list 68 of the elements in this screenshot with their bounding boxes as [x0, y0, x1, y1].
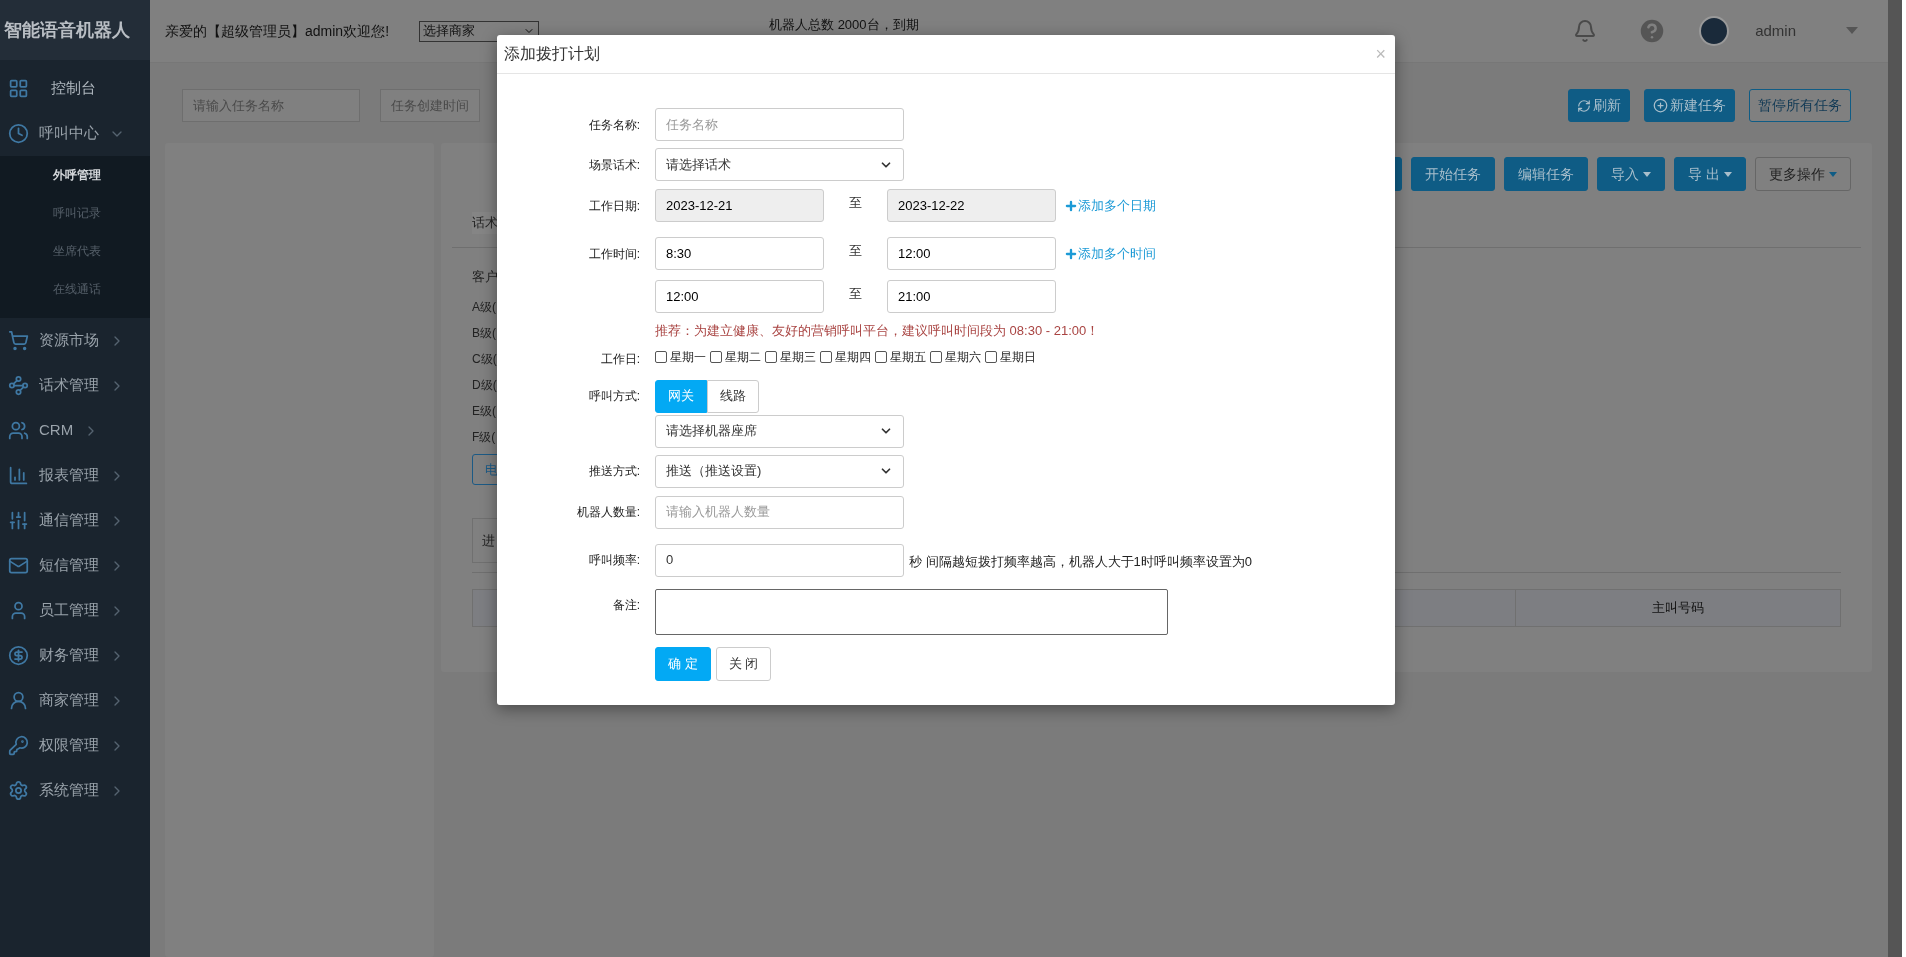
sidebar-item[interactable]: 短信管理: [0, 543, 150, 588]
range-separator: 至: [848, 284, 863, 303]
weekday-checkbox[interactable]: 星期三: [765, 347, 816, 366]
action-button[interactable]: 更多操作: [1755, 157, 1851, 191]
dialog-button[interactable]: 关 闭: [715, 646, 772, 681]
input-field[interactable]: 0: [655, 543, 904, 577]
level-text: C级(: [472, 351, 497, 368]
level-text: D级(: [472, 377, 497, 394]
level-text: F级(: [472, 429, 496, 446]
add-link[interactable]: 添加多个时间: [1064, 243, 1156, 264]
weekday-checkbox[interactable]: 星期五: [875, 347, 926, 366]
sidebar-item[interactable]: 商家管理: [0, 678, 150, 723]
sidebar-item[interactable]: 资源市场: [0, 318, 150, 363]
field-label: 工作时间:: [587, 245, 640, 263]
sidebar-item[interactable]: 财务管理: [0, 633, 150, 678]
input-field[interactable]: 12:00: [887, 237, 1056, 270]
sidebar-item[interactable]: 通信管理: [0, 498, 150, 543]
tag: 话术: [472, 212, 498, 234]
sidebar-item[interactable]: 话术管理: [0, 363, 150, 408]
level-text: A级(: [472, 299, 496, 316]
field-label: 呼叫方式:: [587, 388, 640, 405]
range-separator: 至: [848, 241, 863, 260]
frequency-note: 秒 间隔越短拨打频率越高，机器人大于1时呼叫频率设置为0: [909, 553, 1253, 572]
field-label: 推送方式:: [587, 463, 640, 480]
weekday-checkbox[interactable]: 星期二: [710, 347, 761, 366]
weekday-checkbox[interactable]: 星期一: [655, 347, 706, 366]
weekday-checkbox[interactable]: 星期日: [985, 347, 1036, 366]
input-field[interactable]: 21:00: [887, 280, 1056, 313]
input-field[interactable]: 8:30: [655, 237, 824, 270]
sidebar-item[interactable]: 员工管理: [0, 588, 150, 633]
sidebar-item[interactable]: 报表管理: [0, 453, 150, 498]
range-separator: 至: [848, 193, 863, 212]
sidebar-item[interactable]: 系统管理: [0, 768, 150, 813]
mode-toggle[interactable]: 线路: [707, 379, 759, 413]
column-header: 主叫号码: [1515, 590, 1840, 626]
field-label: 备注:: [611, 596, 640, 614]
field-label: 工作日期:: [587, 197, 640, 215]
submenu-item[interactable]: 外呼管理: [0, 156, 150, 194]
user-name[interactable]: admin: [1755, 19, 1796, 43]
action-button[interactable]: 编辑任务: [1504, 157, 1589, 191]
toolbar-button[interactable]: 刷新: [1568, 89, 1630, 122]
sidebar-item[interactable]: CRM: [0, 408, 150, 453]
toolbar-button[interactable]: 新建任务: [1644, 89, 1735, 122]
field-label: 任务名称:: [587, 116, 640, 134]
field-label: 场景话术:: [587, 156, 640, 174]
sidebar-item[interactable]: 呼叫中心: [0, 111, 150, 156]
field-label: 机器人数量:: [575, 504, 640, 521]
hint-text: 推荐：为建立健康、友好的营销呼叫平台，建议呼叫时间段为 08:30 - 21:00！: [655, 322, 1100, 340]
action-button[interactable]: 导入: [1597, 157, 1666, 191]
app-title: 智能语音机器人: [0, 0, 150, 60]
sidebar-item[interactable]: 权限管理: [0, 723, 150, 768]
input-field[interactable]: 12:00: [655, 280, 824, 313]
action-button[interactable]: 开始任务: [1411, 157, 1496, 191]
group-label: 客户: [472, 268, 499, 286]
weekday-checkbox[interactable]: 星期六: [930, 347, 981, 366]
seat-select[interactable]: 请选择机器座席: [655, 414, 904, 448]
level-text: B级(: [472, 325, 496, 342]
field-label: 呼叫频率:: [587, 552, 640, 569]
field-label: 工作日:: [599, 350, 640, 368]
weekday-checkbox[interactable]: 星期四: [820, 347, 871, 366]
sidebar-item[interactable]: 控制台: [0, 66, 150, 111]
script-select[interactable]: 请选择话术: [655, 148, 904, 181]
robot-info-text: 机器人总数 2000台，到期: [769, 17, 919, 32]
action-button[interactable]: 导 出: [1674, 157, 1746, 191]
push-select[interactable]: 推送（推送设置): [655, 454, 904, 488]
dialog-title: 添加拨打计划: [504, 44, 600, 64]
greeting-text: 亲爱的【超级管理员】admin欢迎您!: [165, 21, 390, 41]
level-text: E级(: [472, 403, 496, 420]
